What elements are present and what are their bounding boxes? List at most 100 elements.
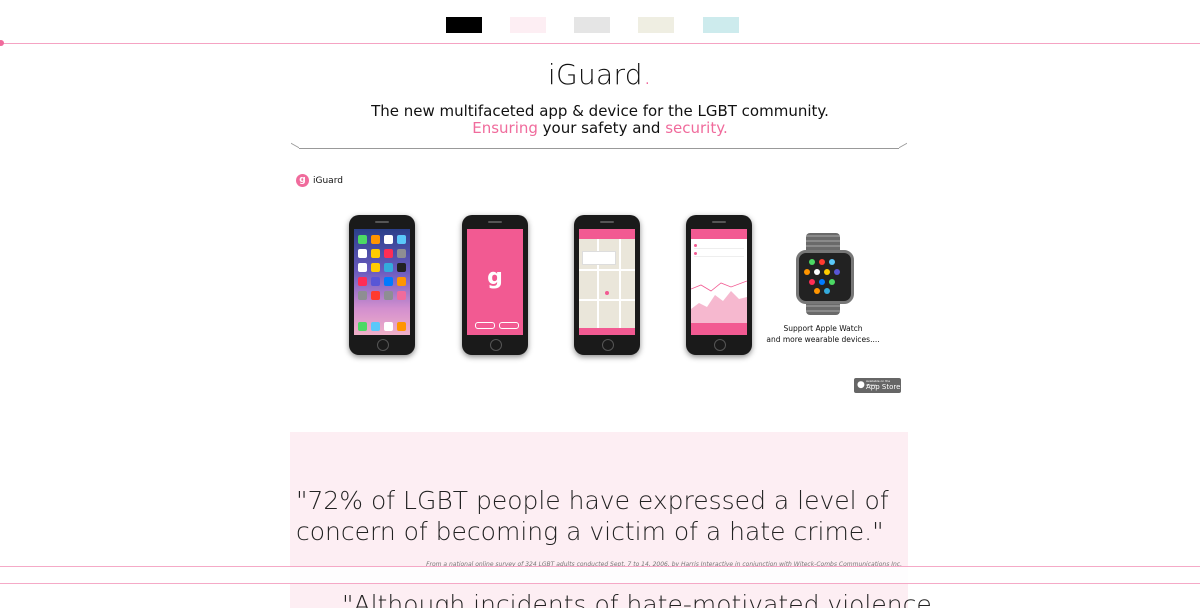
app-icon <box>397 235 406 244</box>
tagline-mid: your safety and <box>537 119 666 137</box>
phone-stats <box>686 215 752 355</box>
divider-cap-right <box>899 142 907 157</box>
watch-app-icon <box>804 269 810 275</box>
phone-home-button <box>490 339 502 351</box>
app-icon <box>371 277 380 286</box>
app-icon <box>358 263 367 272</box>
app-icon <box>397 277 406 286</box>
app-icon <box>358 277 367 286</box>
stats-row-dot <box>694 252 697 255</box>
swatch-gray[interactable] <box>574 17 610 33</box>
app-icon <box>358 249 367 258</box>
app-icon <box>384 249 393 258</box>
iguard-logo-icon: g <box>487 265 503 290</box>
stats-icon <box>691 229 747 335</box>
phone-speaker <box>600 221 614 223</box>
app-icon <box>358 291 367 300</box>
app-icon <box>384 277 393 286</box>
watch-app-icon <box>834 269 840 275</box>
map-road <box>579 269 635 271</box>
swatch-mint[interactable] <box>703 17 739 33</box>
phone-map <box>574 215 640 355</box>
tagline-line2: Ensuring your safety and security. <box>0 120 1200 137</box>
phone-home-button <box>602 339 614 351</box>
tagline-end: . <box>722 119 728 137</box>
stats-header <box>691 229 747 239</box>
watch-app-icon <box>824 288 830 294</box>
watch-app-icon <box>829 279 835 285</box>
phone-speaker <box>375 221 389 223</box>
page: iGuard. The new multifaceted app & devic… <box>0 0 1200 608</box>
tagline: The new multifaceted app & device for th… <box>0 103 1200 137</box>
map-footer <box>579 328 635 335</box>
top-rule <box>0 43 1200 44</box>
watch-app-icon <box>824 269 830 275</box>
app-icon <box>371 249 380 258</box>
watch-app-icon <box>814 288 820 294</box>
app-icon <box>384 322 393 331</box>
page-title: iGuard. <box>0 58 1200 91</box>
iguard-logo-icon: g <box>296 174 309 187</box>
phone-speaker <box>712 221 726 223</box>
map-road <box>579 299 635 301</box>
stats-row-dot <box>694 244 697 247</box>
app-icon <box>371 235 380 244</box>
watch-face <box>796 250 854 304</box>
app-name: iGuard <box>313 175 343 186</box>
watch-caption: Support Apple Watch and more wearable de… <box>760 323 886 345</box>
phone-splash: g <box>462 215 528 355</box>
divider-cap-left <box>291 142 299 157</box>
title-dot: . <box>642 58 653 91</box>
app-icon <box>358 322 367 331</box>
swatch-blush[interactable] <box>510 17 546 33</box>
next-quote-text: "Although incidents of hate-motivated vi… <box>342 590 932 608</box>
app-icon <box>358 235 367 244</box>
title-text: iGuard <box>547 58 643 91</box>
tagline-ensuring: Ensuring <box>472 119 538 137</box>
app-icon <box>397 291 406 300</box>
watch-caption-line2: and more wearable devices.... <box>766 335 880 344</box>
swatch-cream[interactable] <box>638 17 674 33</box>
stats-row <box>694 251 744 257</box>
tagline-line1: The new multifaceted app & device for th… <box>371 102 829 120</box>
area-chart-icon <box>691 280 747 323</box>
app-icon <box>397 249 406 258</box>
watch-crown <box>851 263 854 270</box>
splash-icon: g <box>467 229 523 335</box>
app-icon <box>397 322 406 331</box>
phone-home-button <box>714 339 726 351</box>
app-icon <box>397 263 406 272</box>
stats-footer <box>691 323 747 335</box>
app-icon <box>371 263 380 272</box>
swatch-black[interactable] <box>446 17 482 33</box>
appstore-label: App Store <box>866 383 901 391</box>
app-icon <box>384 291 393 300</box>
login-button <box>499 322 519 329</box>
watch-app-icon <box>809 279 815 285</box>
app-badge: g iGuard <box>296 174 343 187</box>
map-pin-icon <box>605 291 609 295</box>
watch-app-icon <box>829 259 835 265</box>
top-rule-dot <box>0 40 4 46</box>
color-swatch-bar <box>0 17 1200 34</box>
homescreen-icon <box>354 229 410 335</box>
phone-speaker <box>488 221 502 223</box>
map-road <box>619 239 621 329</box>
watch-app-icon <box>814 269 820 275</box>
phone-home-button <box>377 339 389 351</box>
apple-icon: ● <box>857 380 865 390</box>
app-icon <box>371 322 380 331</box>
watch-app-icon <box>819 259 825 265</box>
watch-app-icon <box>809 259 815 265</box>
tagline-security: security <box>665 119 723 137</box>
app-icon <box>384 235 393 244</box>
map-icon <box>579 229 635 335</box>
map-place-card <box>582 251 616 265</box>
quote-text: "72% of LGBT people have expressed a lev… <box>296 486 889 546</box>
app-icon <box>384 263 393 272</box>
register-button <box>475 322 495 329</box>
section-divider <box>291 142 907 157</box>
apple-watch <box>794 233 854 315</box>
map-header <box>579 229 635 239</box>
app-store-button[interactable]: ● Available on the iPhone App Store <box>854 378 901 393</box>
